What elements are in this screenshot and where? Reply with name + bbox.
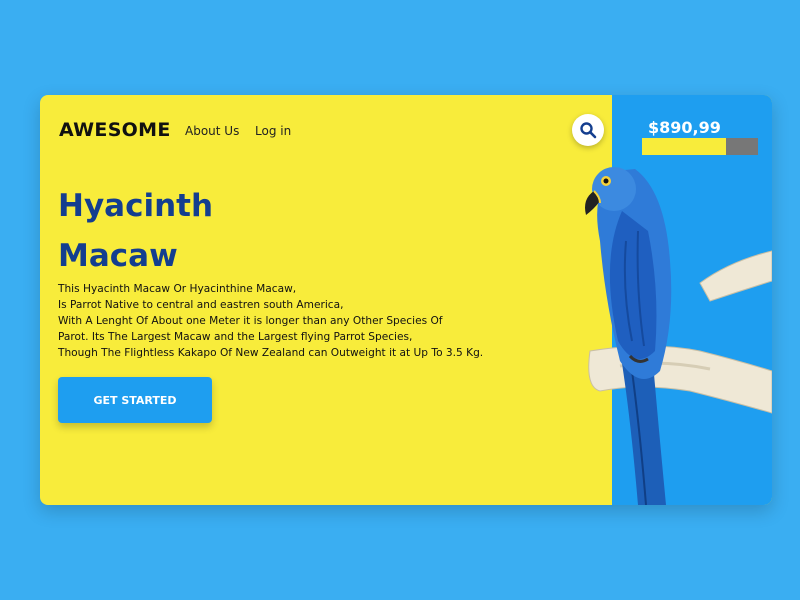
description-line: Parot. Its The Largest Macaw and the Lar… [58,331,413,343]
get-started-button[interactable]: GET STARTED [58,377,212,423]
search-button[interactable] [572,114,604,146]
description-line: Is Parrot Native to central and eastren … [58,299,344,311]
search-icon [580,122,597,139]
description-line: Though The Flightless Kakapo Of New Zeal… [58,347,484,359]
hero-card: AWESOME About Us Log in Hyacinth Macaw T… [40,95,772,505]
price-label: $890,99 [648,118,721,137]
description-line: With A Lenght Of About one Meter it is l… [58,315,443,327]
progress-fill [642,138,726,155]
description-line: This Hyacinth Macaw Or Hyacinthine Macaw… [58,283,297,295]
price-progress-bar [642,138,758,155]
title-line-2: Macaw [58,238,178,274]
page-title: Hyacinth Macaw [58,181,358,281]
logo[interactable]: AWESOME [59,119,171,141]
nav-about-us[interactable]: About Us [185,124,239,138]
description: This Hyacinth Macaw Or Hyacinthine Macaw… [58,281,518,361]
nav-log-in[interactable]: Log in [255,124,291,138]
title-line-1: Hyacinth [58,188,214,224]
macaw-image [585,167,772,505]
